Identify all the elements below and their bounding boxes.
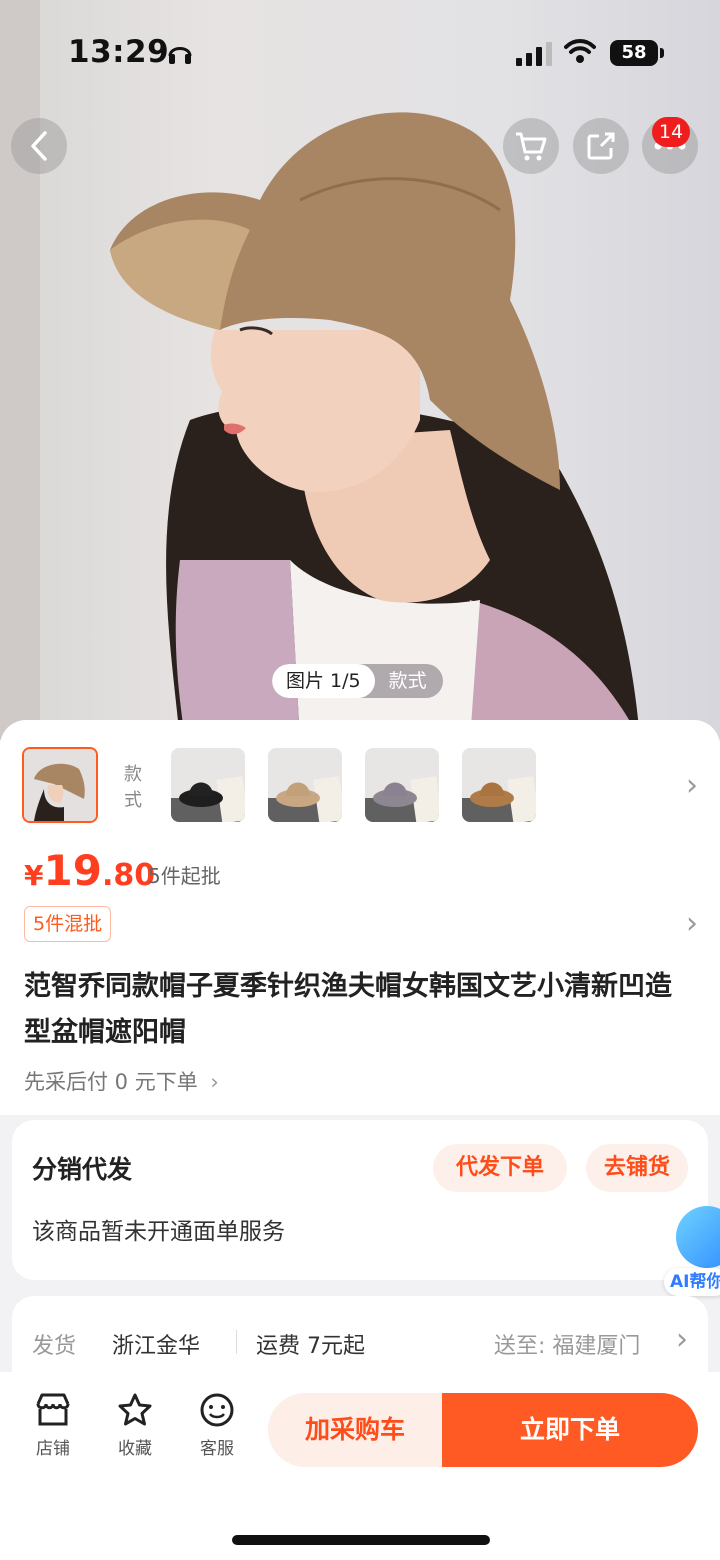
status-time: 13:29	[68, 34, 170, 70]
ai-assistant-icon	[676, 1206, 720, 1268]
cart-icon	[516, 132, 547, 161]
variant-thumb-black[interactable]	[171, 748, 245, 822]
dropship-order-button[interactable]: 代发下单	[433, 1144, 567, 1192]
min-order-quantity: 5件起批	[148, 864, 221, 888]
headphones-icon	[168, 47, 192, 64]
shipping-divider	[236, 1330, 237, 1354]
cellular-signal-icon	[516, 42, 552, 66]
wifi-icon	[564, 39, 596, 63]
variant-style-label: 款式	[124, 764, 142, 811]
tab-shop-label: 店铺	[36, 1439, 70, 1459]
shipping-chevron-icon[interactable]: ›	[676, 1322, 688, 1357]
chevron-right-icon: ›	[210, 1070, 219, 1094]
home-indicator[interactable]	[232, 1535, 490, 1545]
shipping-origin: 浙江金华	[112, 1334, 201, 1359]
chevron-left-icon	[31, 131, 47, 161]
tab-customer-service[interactable]: 客服	[185, 1392, 249, 1459]
pay-later-text: 先采后付 0 元下单	[24, 1070, 198, 1094]
battery-tip	[660, 48, 664, 58]
buy-now-button[interactable]: 立即下单	[442, 1393, 698, 1467]
variant-thumb-main[interactable]	[22, 747, 98, 823]
gallery-style-tab[interactable]: 款式	[375, 664, 443, 698]
cart-button[interactable]	[503, 118, 559, 174]
variant-thumb-grey[interactable]	[365, 748, 439, 822]
stock-listing-button[interactable]: 去铺货	[586, 1144, 688, 1192]
promo-chevron-icon[interactable]: ›	[686, 906, 698, 941]
back-button[interactable]	[11, 118, 67, 174]
share-button[interactable]	[573, 118, 629, 174]
ai-assistant-float[interactable]: AI帮你	[664, 1206, 720, 1296]
variant-thumbnails	[22, 747, 98, 823]
mixed-batch-tag: 5件混批	[24, 906, 112, 942]
add-to-cart-button[interactable]: 加采购车	[268, 1393, 442, 1467]
tab-favorite[interactable]: 收藏	[103, 1392, 167, 1459]
shipping-destination[interactable]: 送至: 福建厦门	[494, 1328, 640, 1360]
distribution-note: 该商品暂未开通面单服务	[32, 1219, 285, 1245]
chat-face-icon	[200, 1393, 234, 1427]
variant-thumb-beige[interactable]	[268, 748, 342, 822]
star-icon	[118, 1393, 152, 1426]
price: ¥19.80	[24, 846, 155, 895]
price-integer: 19	[43, 846, 102, 895]
shop-icon	[36, 1393, 70, 1426]
tab-service-label: 客服	[200, 1439, 234, 1459]
shipping-label: 发货	[32, 1334, 77, 1359]
gallery-switch[interactable]: 图片 1/5 款式	[272, 664, 443, 698]
distribution-title: 分销代发	[32, 1155, 133, 1184]
variants-more-chevron-icon[interactable]: ›	[686, 768, 698, 803]
product-title: 范智乔同款帽子夏季针织渔夫帽女韩国文艺小清新凹造型盆帽遮阳帽	[24, 971, 672, 1048]
variant-thumb-camel[interactable]	[462, 748, 536, 822]
ai-assistant-label: AI帮你	[664, 1268, 720, 1296]
product-photo	[0, 0, 641, 740]
status-bar: 13:29 58	[0, 0, 720, 100]
price-currency: ¥	[24, 859, 44, 892]
product-main-image[interactable]	[0, 0, 720, 740]
shipping-fee: 运费 7元起	[256, 1334, 365, 1359]
tab-shop[interactable]: 店铺	[21, 1392, 85, 1459]
gallery-image-tab[interactable]: 图片 1/5	[272, 664, 375, 698]
battery-level: 58	[610, 40, 658, 66]
tab-favorite-label: 收藏	[118, 1439, 152, 1459]
pay-later-link[interactable]: 先采后付 0 元下单 ›	[24, 1066, 219, 1096]
share-icon	[587, 132, 615, 160]
message-count-badge: 14	[652, 117, 690, 147]
